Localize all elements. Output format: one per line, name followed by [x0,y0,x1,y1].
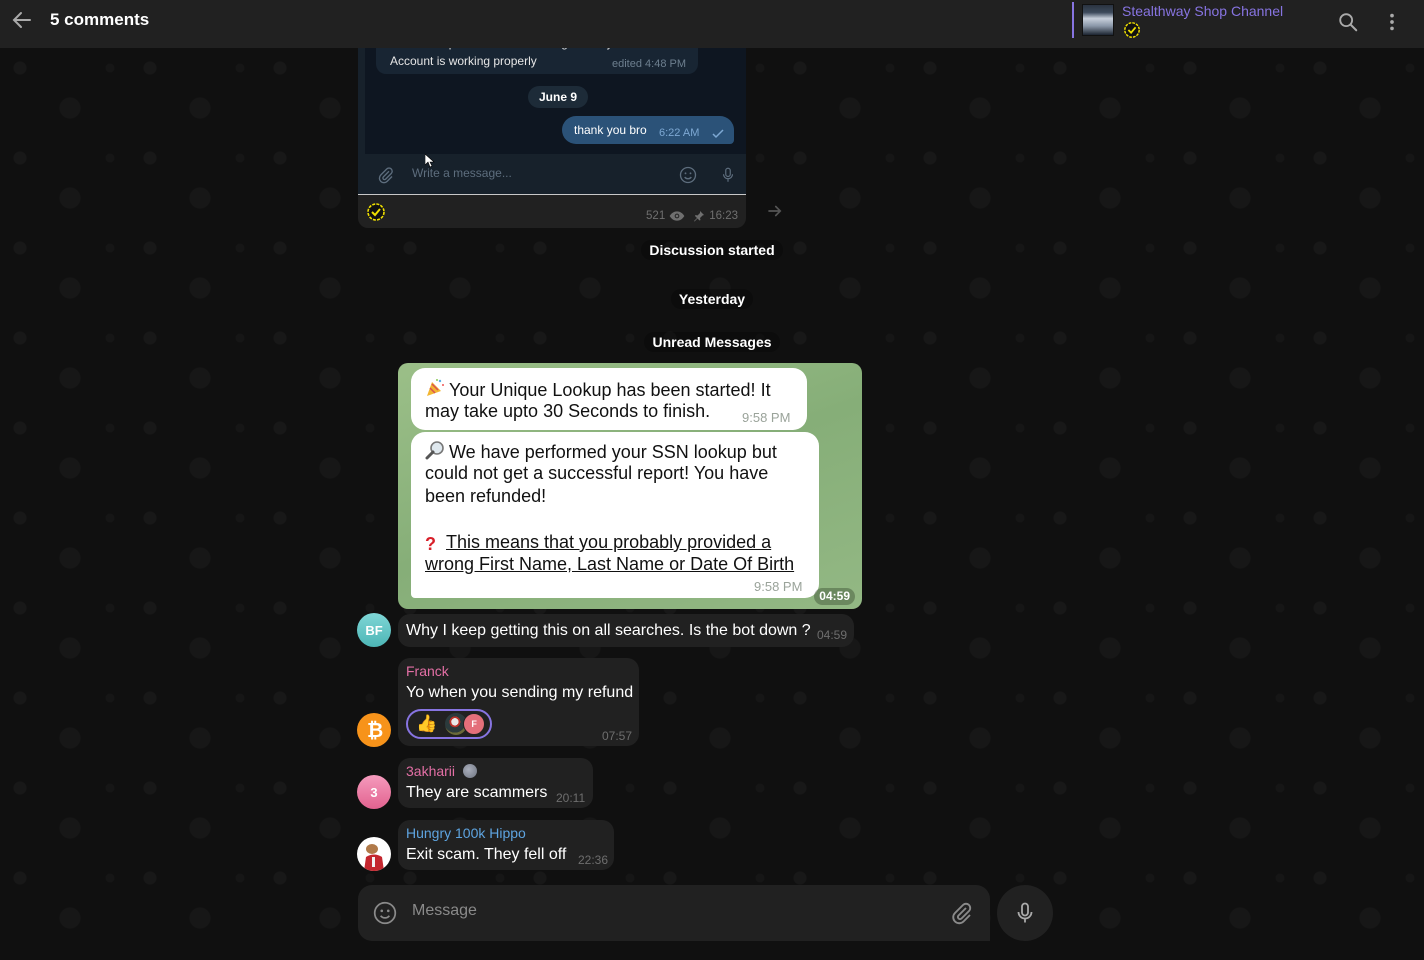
comment-bubble: Hungry 100k Hippo Exit scam. They fell o… [398,820,614,870]
more-menu-button[interactable] [1378,8,1406,36]
sender-name[interactable]: Hungry 100k Hippo [406,825,526,841]
bot-bubble-1: Your Unique Lookup has been started! It … [411,368,807,430]
paperclip-icon [375,164,397,186]
hippo-avatar-icon [364,844,384,871]
avatar[interactable]: BF [357,613,391,647]
sender-name[interactable]: 3akharii [406,763,477,779]
paperclip-icon [952,902,972,925]
party-popper-icon [425,378,445,398]
reactor-avatar: F [463,713,486,735]
screenshot-date-chip: June 9 [528,86,589,108]
moon-face-icon [462,764,477,778]
comment-bubble: 3akharii They are scammers 20:11 [398,758,593,808]
screenshot-incoming-bubble: Here is the pic of the helium I bought f… [376,48,698,74]
smile-icon [373,901,397,925]
bot-bubble-2: We have performed your SSN lookup but co… [411,432,819,598]
channel-post: Here is the pic of the helium I bought f… [358,48,746,228]
post-meta: 521 16:23 [646,210,738,222]
message-time: 04:59 [814,588,855,605]
svg-text:₿: ₿ [367,720,383,741]
screenshot-outgoing-bubble: thank you bro 6:22 AM [562,116,734,144]
question-mark-icon: ? [425,534,436,554]
search-icon [1339,13,1358,32]
unread-separator: Unread Messages [0,332,1424,352]
microphone-icon [1017,902,1033,923]
service-discussion-started: Discussion started [0,240,1424,260]
divider [358,194,746,195]
avatar[interactable] [357,837,391,871]
photo-message[interactable]: Your Unique Lookup has been started! It … [398,363,862,609]
post-time: 16:23 [709,210,738,222]
channel-pinned-link[interactable]: Stealthway Shop Channel [1072,2,1283,38]
search-button[interactable] [1334,8,1362,36]
smile-icon [677,164,699,186]
sender-name[interactable]: Franck [406,663,449,679]
screenshot-write-bar: Write a message... [365,154,746,194]
page-title: 5 comments [50,10,150,29]
more-vertical-icon [1390,13,1394,31]
verified-check-icon [366,202,386,227]
microphone-icon [717,164,739,186]
bitcoin-icon: ₿ [367,720,383,741]
top-bar: 5 comments Stealthway Shop Channel [0,0,1424,48]
mouse-cursor-icon [425,154,435,168]
eye-icon [669,211,685,221]
attach-button[interactable] [948,899,976,927]
comment-bubble: Franck Yo when you sending my refund 👍 F… [398,658,639,746]
emoji-button[interactable] [371,899,399,927]
avatar[interactable]: ₿ [357,713,391,747]
reaction-thumbs-up[interactable]: 👍 F [406,709,492,739]
message-input[interactable] [412,902,932,920]
check-icon [712,126,724,144]
pin-icon [694,211,705,222]
verified-check-icon [1122,21,1283,44]
back-button[interactable] [8,6,36,34]
magnifier-icon [425,440,445,460]
avatar[interactable]: 3 [357,775,391,809]
arrow-left-icon [12,12,31,28]
comment-bubble: Why I keep getting this on all searches.… [398,614,854,647]
date-separator: Yesterday [0,289,1424,309]
channel-name: Stealthway Shop Channel [1122,3,1284,19]
post-screenshot: Here is the pic of the helium I bought f… [358,48,746,194]
voice-record-button[interactable] [997,885,1053,941]
channel-thumbnail [1082,4,1114,36]
message-composer [358,885,990,941]
arrow-right-icon [768,205,782,217]
view-count: 521 [646,210,666,222]
thumbs-up-icon: 👍 [416,714,438,733]
forward-button[interactable] [764,200,786,222]
